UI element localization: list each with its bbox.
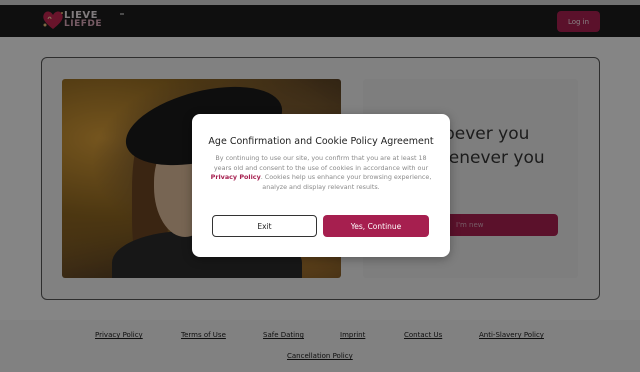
exit-button[interactable]: Exit	[212, 215, 317, 237]
modal-body-text: By continuing to use our site, you confi…	[213, 154, 429, 172]
modal-body-text-end: . Cookies help us enhance your browsing …	[260, 173, 432, 191]
modal-title: Age Confirmation and Cookie Policy Agree…	[208, 136, 434, 147]
yes-continue-button[interactable]: Yes, Continue	[323, 215, 429, 237]
modal-body: By continuing to use our site, you confi…	[210, 154, 432, 192]
privacy-policy-link[interactable]: Privacy Policy	[211, 173, 261, 181]
age-cookie-modal: Age Confirmation and Cookie Policy Agree…	[192, 114, 450, 257]
